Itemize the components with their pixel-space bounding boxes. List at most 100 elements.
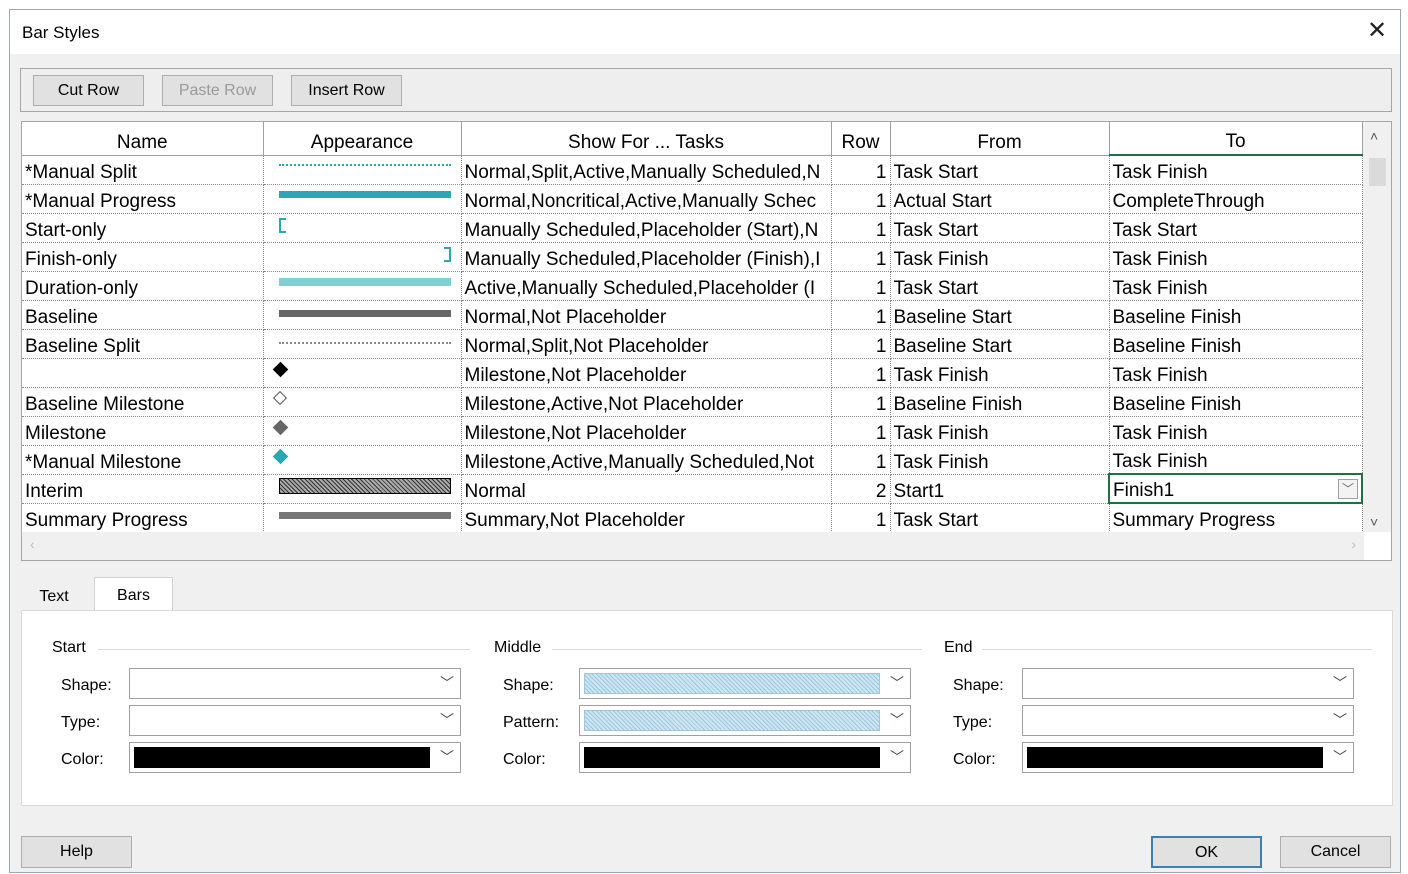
- cell-to[interactable]: Summary Progress: [1109, 503, 1363, 533]
- cell-name[interactable]: Milestone: [22, 416, 264, 446]
- ok-button[interactable]: OK: [1151, 836, 1262, 868]
- cell-name[interactable]: Baseline Split: [22, 329, 264, 359]
- close-icon[interactable]: ✕: [1364, 18, 1390, 44]
- table-row[interactable]: Duration-only Active,Manually Scheduled,P…: [22, 271, 1363, 301]
- cell-name[interactable]: Duration-only: [22, 271, 264, 301]
- cell-appearance[interactable]: [263, 358, 462, 388]
- cell-to[interactable]: Task Start: [1109, 213, 1363, 243]
- insert-row-button[interactable]: Insert Row: [291, 75, 402, 106]
- cell-show-for[interactable]: Milestone,Not Placeholder: [461, 416, 832, 446]
- paste-row-button[interactable]: Paste Row: [162, 75, 273, 106]
- cell-row[interactable]: 1: [831, 503, 891, 533]
- table-row[interactable]: *Manual Progress Normal,Noncritical,Activ…: [22, 184, 1363, 214]
- cell-from[interactable]: Start1: [890, 474, 1110, 504]
- cut-row-button[interactable]: Cut Row: [33, 75, 144, 106]
- cell-appearance[interactable]: [263, 213, 462, 243]
- scroll-right-icon[interactable]: ›: [1351, 536, 1356, 552]
- cell-from[interactable]: Task Start: [890, 213, 1110, 243]
- cell-to[interactable]: Task Finish: [1109, 242, 1363, 272]
- cell-show-for[interactable]: Milestone,Active,Manually Scheduled,Not: [461, 445, 832, 475]
- table-row[interactable]: Milestone,Not Placeholder 1 Task Finish Tas…: [22, 358, 1363, 388]
- column-header-row[interactable]: Row: [831, 122, 891, 156]
- cell-to[interactable]: Task Finish: [1109, 271, 1363, 301]
- cell-row[interactable]: 1: [831, 155, 891, 185]
- cell-row[interactable]: 1: [831, 329, 891, 359]
- tab-bars[interactable]: Bars: [94, 577, 173, 611]
- cell-from[interactable]: Task Finish: [890, 242, 1110, 272]
- cell-to[interactable]: Baseline Finish: [1109, 300, 1363, 330]
- cell-to[interactable]: Baseline Finish: [1109, 329, 1363, 359]
- cell-to[interactable]: Task Finish: [1109, 416, 1363, 446]
- cell-appearance[interactable]: [263, 445, 462, 475]
- tab-text[interactable]: Text: [21, 581, 87, 611]
- cell-to[interactable]: CompleteThrough: [1109, 184, 1363, 214]
- cell-from[interactable]: Baseline Start: [890, 329, 1110, 359]
- start-type-select[interactable]: ﹀: [129, 705, 461, 736]
- cell-appearance[interactable]: [263, 155, 462, 185]
- cell-name[interactable]: *Manual Split: [22, 155, 264, 185]
- cell-show-for[interactable]: Normal,Noncritical,Active,Manually Schec: [461, 184, 832, 214]
- cell-to[interactable]: Task Finish: [1109, 445, 1363, 475]
- cell-row[interactable]: 1: [831, 271, 891, 301]
- cell-from[interactable]: Task Finish: [890, 416, 1110, 446]
- cell-appearance[interactable]: [263, 329, 462, 359]
- table-row[interactable]: Interim Normal 2 Start1 Finish1 ﹀: [22, 473, 1363, 504]
- cell-row[interactable]: 1: [831, 242, 891, 272]
- cell-from[interactable]: Task Start: [890, 503, 1110, 533]
- table-row[interactable]: Start-only Manually Scheduled,Placeholder…: [22, 213, 1363, 243]
- cell-show-for[interactable]: Milestone,Active,Not Placeholder: [461, 387, 832, 417]
- cell-show-for[interactable]: Manually Scheduled,Placeholder (Start),N: [461, 213, 832, 243]
- cell-from[interactable]: Task Finish: [890, 445, 1110, 475]
- cell-name[interactable]: Start-only: [22, 213, 264, 243]
- cell-appearance[interactable]: [263, 387, 462, 417]
- cell-row[interactable]: 1: [831, 213, 891, 243]
- cell-appearance[interactable]: [263, 300, 462, 330]
- cell-show-for[interactable]: Manually Scheduled,Placeholder (Finish),…: [461, 242, 832, 272]
- middle-pattern-select[interactable]: ﹀: [579, 705, 911, 736]
- table-row[interactable]: Baseline Normal,Not Placeholder 1 Baseline …: [22, 300, 1363, 330]
- table-row[interactable]: Baseline Split Normal,Split,Not Placehold…: [22, 329, 1363, 359]
- cell-show-for[interactable]: Milestone,Not Placeholder: [461, 358, 832, 388]
- cell-row[interactable]: 1: [831, 184, 891, 214]
- cell-appearance[interactable]: [263, 184, 462, 214]
- table-row[interactable]: Finish-only Manually Scheduled,Placeholde…: [22, 242, 1363, 272]
- cell-from[interactable]: Baseline Finish: [890, 387, 1110, 417]
- cell-row[interactable]: 1: [831, 300, 891, 330]
- cell-show-for[interactable]: Normal: [461, 474, 832, 504]
- cell-appearance[interactable]: [263, 242, 462, 272]
- cell-show-for[interactable]: Normal,Not Placeholder: [461, 300, 832, 330]
- cell-name[interactable]: Baseline Milestone: [22, 387, 264, 417]
- cell-from[interactable]: Task Start: [890, 271, 1110, 301]
- cell-name[interactable]: *Manual Progress: [22, 184, 264, 214]
- cell-show-for[interactable]: Normal,Split,Active,Manually Scheduled,N: [461, 155, 832, 185]
- cell-from[interactable]: Task Finish: [890, 358, 1110, 388]
- cell-from[interactable]: Actual Start: [890, 184, 1110, 214]
- column-header-appearance[interactable]: Appearance: [263, 122, 462, 156]
- scroll-thumb[interactable]: [1369, 158, 1386, 186]
- cell-appearance[interactable]: [263, 416, 462, 446]
- cell-from[interactable]: Task Start: [890, 155, 1110, 185]
- middle-shape-select[interactable]: ﹀: [579, 668, 911, 699]
- cell-appearance[interactable]: [263, 474, 462, 504]
- horizontal-scrollbar[interactable]: ‹ ›: [22, 532, 1364, 560]
- table-row[interactable]: *Manual Milestone Milestone,Active,Manual…: [22, 445, 1363, 475]
- start-shape-select[interactable]: ﹀: [129, 668, 461, 699]
- cell-name[interactable]: Interim: [22, 474, 264, 504]
- cell-appearance[interactable]: [263, 503, 462, 533]
- table-row[interactable]: Summary Progress Summary,Not Placeholder 1…: [22, 503, 1363, 533]
- cell-row[interactable]: 1: [831, 445, 891, 475]
- cell-show-for[interactable]: Normal,Split,Not Placeholder: [461, 329, 832, 359]
- cell-name[interactable]: Baseline: [22, 300, 264, 330]
- start-color-select[interactable]: ﹀: [129, 742, 461, 773]
- chevron-down-icon[interactable]: ﹀: [1338, 479, 1358, 499]
- cell-row[interactable]: 1: [831, 358, 891, 388]
- cell-show-for[interactable]: Summary,Not Placeholder: [461, 503, 832, 533]
- cell-appearance[interactable]: [263, 271, 462, 301]
- scroll-down-icon[interactable]: ˅: [1370, 514, 1378, 530]
- cell-row[interactable]: 2: [831, 474, 891, 504]
- cell-row[interactable]: 1: [831, 387, 891, 417]
- end-type-select[interactable]: ﹀: [1022, 705, 1354, 736]
- cell-show-for[interactable]: Active,Manually Scheduled,Placeholder (I: [461, 271, 832, 301]
- cell-to[interactable]: Task Finish: [1109, 155, 1363, 185]
- end-color-select[interactable]: ﹀: [1022, 742, 1354, 773]
